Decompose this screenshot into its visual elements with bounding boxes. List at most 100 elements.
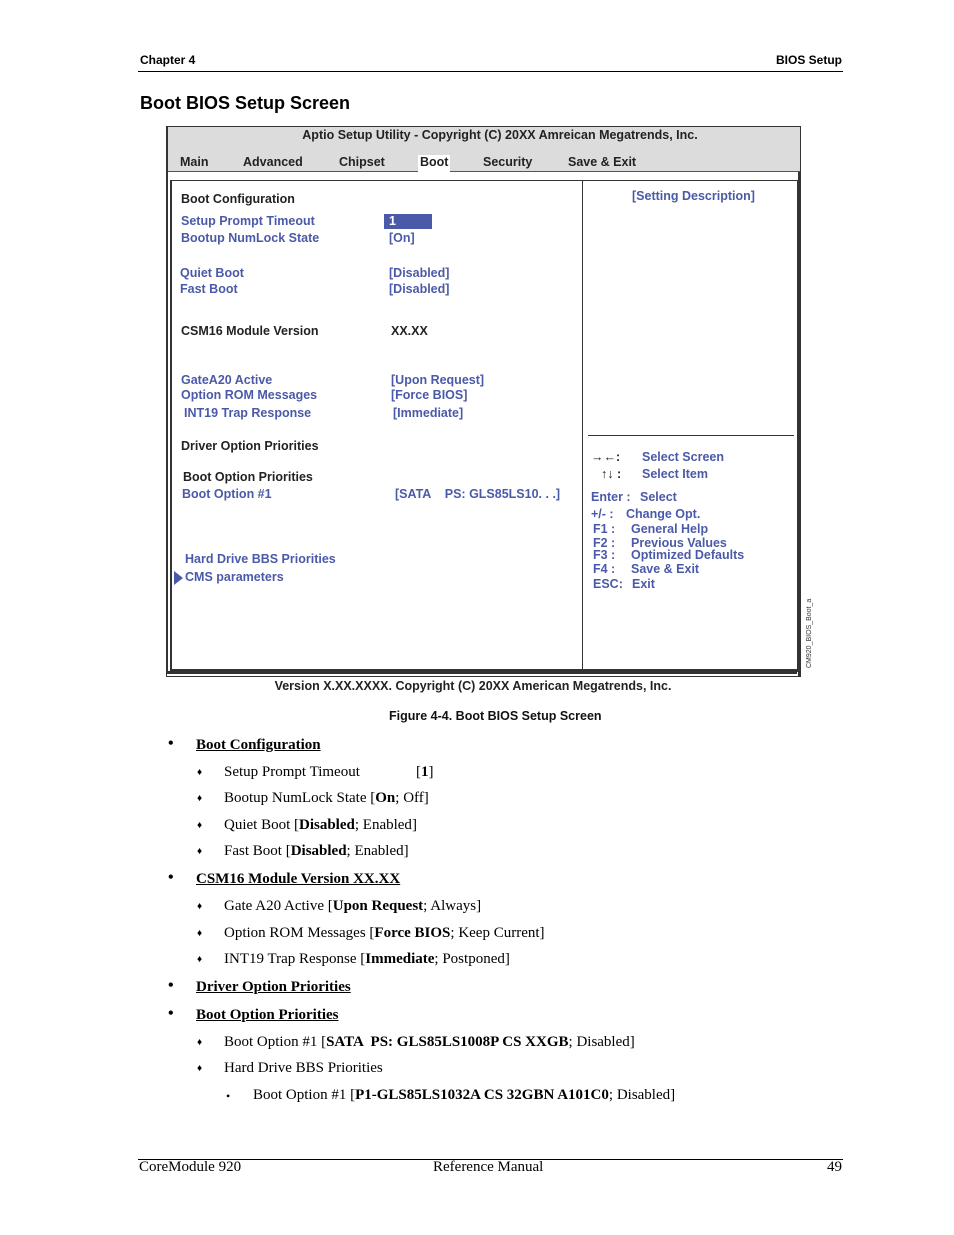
boot-option-1-value[interactable]: [SATA PS: GLS85LS10. . .]: [395, 487, 560, 501]
help-key: F1 :: [593, 522, 616, 536]
item-default: P1-GLS85LS1032A CS 32GBN A101C0: [355, 1087, 609, 1103]
item-text: Quiet Boot [Disabled; Enabled]: [224, 817, 417, 833]
bullet-icon: •: [168, 1005, 174, 1022]
item-default: Immediate: [365, 951, 435, 967]
item-name: Bootup NumLock State: [224, 790, 367, 806]
option-rom-messages-label: Option ROM Messages: [181, 388, 318, 402]
bullet-icon: •: [168, 869, 174, 886]
submenu-arrow-icon: [174, 571, 183, 585]
chapter-label: Chapter 4: [140, 53, 196, 67]
footer-doc-title: Reference Manual: [433, 1159, 544, 1175]
help-action: Optimized Defaults: [631, 548, 745, 562]
footer-product: CoreModule 920: [139, 1159, 242, 1175]
gatea20-active-label: GateA20 Active: [181, 373, 273, 387]
item-text: Gate A20 Active [Upon Request; Always]: [224, 898, 482, 914]
bios-title: Aptio Setup Utility - Copyright (C) 20XX…: [302, 128, 698, 142]
dot-bullet-icon: •: [226, 1089, 231, 1103]
section-label: BIOS Setup: [775, 53, 842, 67]
bullet-icon: •: [168, 977, 174, 994]
item-default: On: [375, 790, 396, 806]
csm16-module-version-value: XX.XX: [391, 324, 428, 338]
bullet-icon: •: [168, 735, 174, 752]
cms-parameters-label: CMS parameters: [185, 570, 284, 584]
hard-drive-bbs-priorities-link[interactable]: Hard Drive BBS Priorities: [185, 552, 336, 566]
tab-chipset[interactable]: Chipset: [339, 155, 385, 169]
item-others: Disabled: [616, 1087, 671, 1103]
list-heading-boot-option-priorities: Boot Option Priorities: [196, 1007, 339, 1023]
item-others: Always: [430, 898, 477, 914]
quiet-boot-value[interactable]: [Disabled]: [389, 266, 449, 280]
driver-option-priorities-heading: Driver Option Priorities: [181, 439, 319, 453]
int19-trap-response-label: INT19 Trap Response: [184, 406, 312, 420]
item-default: SATA PS: GLS85LS1008P CS XXGB: [326, 1034, 569, 1050]
item-default: 1: [421, 764, 429, 780]
help-key: +/- :: [591, 507, 614, 521]
item-others: Off: [403, 790, 424, 806]
item-name: Fast Boot: [224, 843, 282, 859]
help-action: Exit: [632, 577, 655, 591]
item-name: Setup Prompt Timeout: [224, 764, 360, 780]
help-action: Change Opt.: [626, 507, 701, 521]
item-name: INT19 Trap Response: [224, 951, 357, 967]
boot-configuration-heading: Boot Configuration: [181, 192, 295, 206]
item-default: Upon Request: [332, 898, 424, 914]
list-heading-boot-configuration: Boot Configuration: [196, 737, 321, 753]
item-others: Enabled: [354, 843, 404, 859]
left-right-arrows-icon: →←:: [591, 450, 621, 464]
bios-panel-bottom-border: [170, 669, 798, 672]
list-heading-driver-option-priorities: Driver Option Priorities: [196, 979, 351, 995]
bootup-numlock-state-label: Bootup NumLock State: [181, 231, 320, 245]
page-number: 49: [827, 1159, 842, 1175]
setup-prompt-timeout-value[interactable]: 1: [384, 214, 432, 229]
boot-option-priorities-heading: Boot Option Priorities: [183, 470, 313, 484]
diamond-bullet-icon: ♦: [197, 846, 203, 857]
diamond-bullet-icon: ♦: [197, 954, 203, 965]
bootup-numlock-state-value[interactable]: [On]: [389, 231, 415, 245]
item-others: Postponed: [442, 951, 505, 967]
up-down-arrows-icon: ↑↓ :: [601, 467, 622, 481]
item-name: Gate A20 Active: [224, 898, 324, 914]
item-text: INT19 Trap Response [Immediate; Postpone…: [224, 951, 510, 967]
item-name: Boot Option #1: [253, 1087, 347, 1103]
option-rom-messages-value[interactable]: [Force BIOS]: [391, 388, 467, 402]
item-default: Disabled: [290, 843, 347, 859]
figure-id-tag: CM920_BIOS_Boot_a: [806, 598, 813, 668]
help-key: ESC:: [593, 577, 623, 591]
diamond-bullet-icon: ♦: [197, 767, 203, 778]
diamond-bullet-icon: ♦: [197, 901, 203, 912]
item-others: Keep Current: [458, 925, 540, 941]
diamond-bullet-icon: ♦: [197, 793, 203, 804]
help-action: Select Screen: [642, 450, 724, 464]
tab-save-exit[interactable]: Save & Exit: [568, 155, 636, 169]
tab-boot[interactable]: Boot: [418, 155, 451, 172]
setting-description: [Setting Description]: [632, 189, 755, 203]
tab-advanced[interactable]: Advanced: [243, 155, 303, 169]
item-default: Force BIOS: [374, 925, 451, 941]
item-text: Bootup NumLock State [On; Off]: [224, 790, 429, 806]
section-title: Boot BIOS Setup Screen: [140, 93, 351, 113]
diamond-bullet-icon: ♦: [197, 1063, 203, 1074]
item-name: Option ROM Messages: [224, 925, 366, 941]
help-key: F4 :: [593, 562, 616, 576]
diamond-bullet-icon: ♦: [197, 1037, 203, 1048]
setup-prompt-timeout-label: Setup Prompt Timeout: [181, 214, 315, 228]
help-action: Select: [640, 490, 677, 504]
item-text: Option ROM Messages [Force BIOS; Keep Cu…: [224, 925, 545, 941]
help-action: Save & Exit: [631, 562, 700, 576]
item-name: Hard Drive BBS Priorities: [224, 1060, 383, 1076]
fast-boot-value[interactable]: [Disabled]: [389, 282, 449, 296]
item-name: Quiet Boot: [224, 817, 291, 833]
help-action: General Help: [631, 522, 709, 536]
tab-main[interactable]: Main: [180, 155, 208, 169]
boot-option-1-label: Boot Option #1: [182, 487, 272, 501]
item-text: Boot Option #1 [SATA PS: GLS85LS1008P CS…: [224, 1034, 635, 1050]
item-default: Disabled: [299, 817, 355, 833]
item-text: Boot Option #1 [P1-GLS85LS1032A CS 32GBN…: [253, 1087, 676, 1103]
help-action: Select Item: [642, 467, 709, 481]
gatea20-active-value[interactable]: [Upon Request]: [391, 373, 484, 387]
tab-security[interactable]: Security: [483, 155, 532, 169]
item-name: Boot Option #1: [224, 1034, 318, 1050]
help-key: F3 :: [593, 548, 616, 562]
int19-trap-response-value[interactable]: [Immediate]: [393, 406, 463, 420]
list-heading-csm16: CSM16 Module Version XX.XX: [196, 871, 401, 887]
